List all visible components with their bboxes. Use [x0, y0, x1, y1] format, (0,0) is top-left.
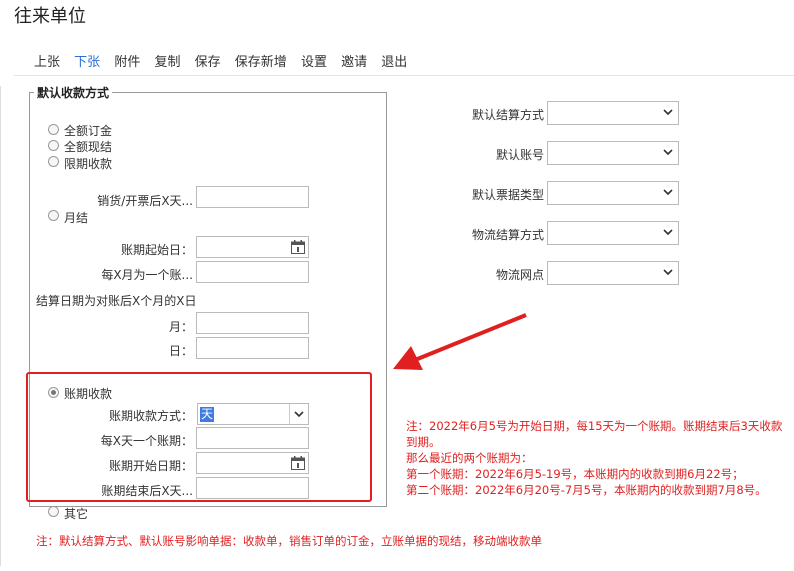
exit-button[interactable]: 退出: [381, 51, 407, 70]
default-bill-type-select[interactable]: [547, 181, 679, 205]
calendar-icon[interactable]: [291, 456, 305, 470]
radio-full-cash[interactable]: [48, 140, 59, 151]
annotation-line: 到期。: [406, 435, 441, 449]
annotation-line: 注：2022年6月5号为开始日期，每15天为一个账期。账期结束后3天收款: [406, 419, 783, 433]
period-method-select[interactable]: 天: [197, 403, 309, 425]
settle-desc-label: 结算日期为对账后X个月的X日: [36, 294, 197, 308]
next-button[interactable]: 下张: [74, 51, 100, 70]
annotation-line: 第二个账期：2022年6月20号-7月5号，本账期内的收款到期7月8号。: [406, 483, 767, 497]
logistics-settle-select[interactable]: [547, 221, 679, 245]
period-method-label: 账期收款方式：: [108, 409, 193, 423]
period-method-value: 天: [200, 407, 215, 422]
sale-after-days-label: 销货/开票后X天...: [97, 194, 193, 208]
chevron-down-icon[interactable]: [289, 404, 308, 424]
save-new-button[interactable]: 保存新增: [235, 51, 287, 70]
default-settle-select[interactable]: [547, 101, 679, 125]
logistics-outlet-label: 物流网点: [495, 268, 544, 282]
red-arrow-icon: [393, 313, 527, 370]
radio-full-order-label: 全额订金: [64, 124, 113, 138]
period-end-after-label: 账期结束后X天...: [101, 484, 193, 498]
every-x-days-input[interactable]: [196, 427, 309, 449]
left-border: [0, 86, 1, 566]
logistics-outlet-select[interactable]: [547, 261, 679, 285]
radio-other[interactable]: [48, 506, 59, 517]
period-start-date-label: 账期起始日：: [120, 243, 193, 257]
attachment-button[interactable]: 附件: [114, 51, 140, 70]
month-label: 月：: [168, 320, 193, 334]
page-title: 往来单位: [14, 6, 86, 27]
chevron-down-icon: [663, 229, 673, 236]
sale-after-days-input[interactable]: [196, 186, 309, 208]
radio-limited[interactable]: [48, 156, 59, 167]
default-account-select[interactable]: [547, 141, 679, 165]
radio-period-label: 账期收款: [64, 387, 113, 401]
prev-button[interactable]: 上张: [34, 51, 60, 70]
copy-button[interactable]: 复制: [154, 51, 180, 70]
every-x-months-label: 每X月为一个账...: [101, 268, 193, 282]
default-bill-type-label: 默认票据类型: [471, 188, 544, 202]
bottom-note: 注：默认结算方式、默认账号影响单据：收款单，销售订单的订金，立账单据的现结，移动…: [36, 534, 542, 548]
annotation-line: 第一个账期：2022年6月5-19号，本账期内的收款到期6月22号；: [406, 467, 744, 481]
chevron-down-icon: [663, 189, 673, 196]
radio-limited-label: 限期收款: [64, 157, 113, 171]
toolbar: 上张 下张 附件 复制 保存 保存新增 设置 邀请 退出: [34, 51, 417, 70]
month-input[interactable]: [196, 312, 309, 334]
chevron-down-icon: [663, 269, 673, 276]
day-label: 日：: [168, 344, 193, 358]
period-end-after-input[interactable]: [196, 477, 309, 499]
every-x-months-input[interactable]: [196, 261, 309, 283]
annotation-line: 那么最近的两个账期为：: [406, 451, 533, 465]
chevron-down-icon: [663, 149, 673, 156]
period-begin-date-input[interactable]: [196, 452, 309, 474]
calendar-icon[interactable]: [291, 240, 305, 254]
default-account-label: 默认账号: [495, 148, 544, 162]
radio-period[interactable]: [48, 387, 59, 398]
radio-other-label: 其它: [64, 507, 89, 521]
fieldset-legend: 默认收款方式: [34, 84, 113, 101]
day-input[interactable]: [196, 337, 309, 359]
radio-monthly[interactable]: [48, 210, 59, 221]
annotation-note: 注：2022年6月5号为开始日期，每15天为一个账期。账期结束后3天收款 到期。…: [406, 418, 794, 498]
radio-full-cash-label: 全额现结: [64, 140, 113, 154]
invite-button[interactable]: 邀请: [341, 51, 367, 70]
radio-full-order[interactable]: [48, 124, 59, 135]
chevron-down-icon: [663, 109, 673, 116]
radio-monthly-label: 月结: [64, 211, 89, 225]
default-settle-label: 默认结算方式: [471, 108, 544, 122]
logistics-settle-label: 物流结算方式: [471, 228, 544, 242]
toolbar-divider: [14, 75, 794, 76]
settings-button[interactable]: 设置: [301, 51, 327, 70]
period-start-date-input[interactable]: [196, 236, 309, 258]
save-button[interactable]: 保存: [195, 51, 221, 70]
every-x-days-label: 每X天一个账期：: [100, 434, 193, 448]
period-begin-date-label: 账期开始日期：: [108, 459, 193, 473]
